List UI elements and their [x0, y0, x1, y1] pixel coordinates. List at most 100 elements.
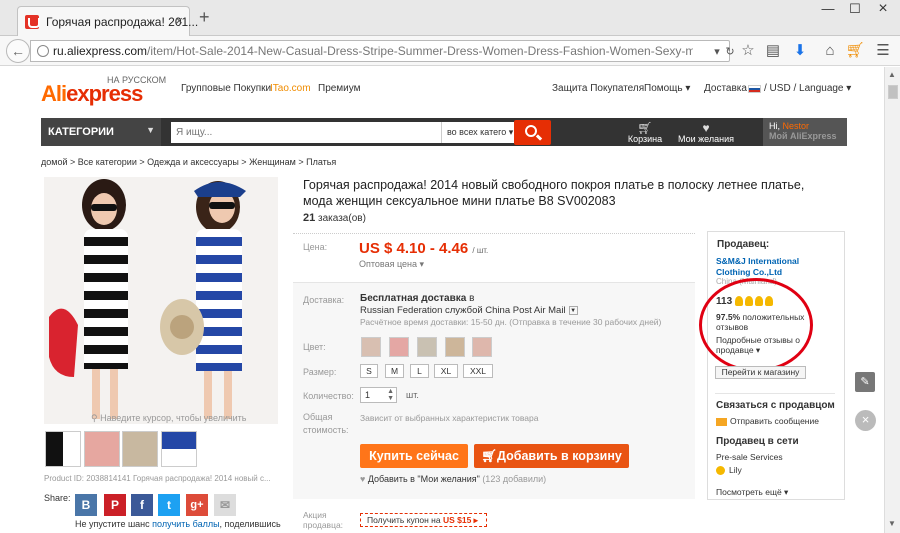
contact-seller-heading: Связаться с продавцом: [716, 400, 835, 411]
maximize-window-button[interactable]: ☐: [842, 0, 868, 20]
email-share-button[interactable]: ✉: [214, 494, 236, 516]
url-host: ru.aliexpress.com: [53, 44, 148, 58]
see-more-link[interactable]: Посмотреть ещё ▾: [716, 487, 788, 498]
divider: [715, 393, 835, 394]
edit-feedback-button[interactable]: ✎: [855, 372, 875, 392]
orders-count: 21 заказа(ов): [303, 212, 366, 224]
aliexpress-favicon-icon: [25, 15, 40, 29]
google-plus-share-button[interactable]: g+: [186, 494, 208, 516]
reload-icon[interactable]: ↻: [720, 42, 740, 62]
pencil-icon: ✎: [860, 376, 870, 388]
earn-points-link[interactable]: получить баллы: [152, 519, 219, 529]
scroll-up-icon[interactable]: ▲: [888, 70, 896, 79]
product-thumbnail[interactable]: [84, 431, 120, 467]
agent-lily-link[interactable]: Lily: [716, 465, 742, 476]
cart-addon-icon[interactable]: 🛒︎: [845, 41, 865, 61]
shipping-destination[interactable]: Russian Federation службой China Post Ai…: [360, 305, 578, 316]
twitter-share-button[interactable]: t: [158, 494, 180, 516]
search-button[interactable]: [514, 120, 551, 145]
categories-label: КАТЕГОРИИ: [48, 126, 114, 138]
color-swatch[interactable]: [472, 337, 492, 357]
buyer-protection-link[interactable]: Защита Покупателя: [552, 83, 644, 94]
size-option-s[interactable]: S: [360, 364, 378, 378]
wishlist-link[interactable]: ♥ Мои желания: [678, 122, 734, 144]
new-tab-button[interactable]: +: [199, 8, 210, 26]
delivery-estimate: Расчётное время доставки: 15-50 дн. (Отп…: [360, 317, 662, 327]
size-option-xxl[interactable]: XXL: [463, 364, 493, 378]
aliexpress-logo[interactable]: НА РУССКОМ Aliexpress: [41, 75, 166, 107]
facebook-share-button[interactable]: f: [131, 494, 153, 516]
size-option-l[interactable]: L: [410, 364, 429, 378]
quantity-stepper[interactable]: 1 ▲ ▼: [360, 387, 397, 403]
seller-promo-label-2: продавца:: [303, 520, 344, 530]
my-aliexpress-menu[interactable]: Hi, Nestor Мой AliExpress: [763, 118, 847, 146]
chat-status-icon: [716, 466, 725, 476]
close-window-button[interactable]: ×: [869, 0, 897, 20]
scrollbar-thumb[interactable]: [888, 85, 898, 99]
color-swatch[interactable]: [417, 337, 437, 357]
search-input[interactable]: [171, 122, 441, 143]
earn-points-text: Не упустите шанс получить баллы, поделив…: [75, 519, 281, 529]
free-shipping: Бесплатная доставка в: [360, 293, 474, 304]
bookmark-star-icon[interactable]: ☆: [738, 41, 758, 61]
quantity-value: 1: [365, 390, 371, 400]
pinterest-share-button[interactable]: P: [104, 494, 126, 516]
color-swatch[interactable]: [445, 337, 465, 357]
add-to-cart-button[interactable]: 🛒︎Добавить в корзину: [474, 444, 629, 468]
back-button[interactable]: ←: [6, 39, 30, 63]
total-cost-label-2: стоимость:: [303, 425, 349, 435]
main-product-image[interactable]: [44, 177, 278, 424]
close-floating-button[interactable]: ×: [855, 410, 876, 431]
home-icon[interactable]: ⌂: [820, 41, 840, 61]
search-category-value: во всех катего: [447, 127, 507, 137]
group-buy-link[interactable]: Групповые Покупки: [181, 83, 271, 94]
seller-name-link[interactable]: S&M&J International Clothing Co.,Ltd: [716, 256, 821, 278]
get-coupon-button[interactable]: Получить купон на US $15 ▸: [360, 513, 487, 527]
browser-tab[interactable]: Горячая распродажа! 201... ×: [17, 6, 198, 36]
heart-icon: ♥: [702, 121, 710, 135]
size-option-m[interactable]: M: [385, 364, 404, 378]
reading-list-icon[interactable]: ▤: [763, 41, 783, 61]
seller-promo-label-1: Акция: [303, 510, 327, 520]
orders-label: заказа(ов): [318, 213, 366, 224]
cart-link[interactable]: 🛒︎ Корзина: [627, 122, 663, 144]
chevron-down-icon: ▼: [568, 305, 578, 315]
color-swatch[interactable]: [389, 337, 409, 357]
add-to-wishlist-link[interactable]: ♥ Добавить в "Мои желания" (123 добавили…: [360, 474, 546, 484]
minimize-window-button[interactable]: —: [815, 0, 841, 20]
stepper-arrows-icon[interactable]: ▲ ▼: [387, 388, 394, 402]
itao-link[interactable]: ITao.com: [270, 83, 311, 94]
add-to-wishlist-label: Добавить в "Мои желания": [367, 474, 480, 484]
product-thumbnail[interactable]: [161, 431, 197, 467]
menu-icon[interactable]: ☰: [873, 41, 893, 61]
agent-name: Lily: [729, 465, 742, 475]
help-link[interactable]: Помощь ▾: [644, 83, 690, 94]
size-option-xl[interactable]: XL: [434, 364, 458, 378]
search-category-select[interactable]: во всех катего ▾: [441, 122, 514, 143]
presale-services-label: Pre-sale Services: [716, 452, 783, 462]
scroll-down-icon[interactable]: ▼: [888, 519, 896, 528]
back-arrow-icon: ←: [11, 43, 25, 59]
size-label: Размер:: [303, 367, 337, 377]
buy-now-button[interactable]: Купить сейчас: [360, 444, 468, 468]
share-label: Share:: [44, 493, 71, 503]
product-thumbnail[interactable]: [122, 431, 158, 467]
send-message-link[interactable]: Отправить сообщение: [716, 416, 819, 426]
go-to-store-button[interactable]: Перейти к магазину: [715, 366, 806, 379]
wishlist-label: Мои желания: [678, 134, 734, 144]
vk-share-button[interactable]: B: [75, 494, 97, 516]
product-thumbnail[interactable]: [45, 431, 81, 467]
wholesale-price-toggle[interactable]: Оптовая цена ▾: [359, 259, 424, 270]
address-bar[interactable]: ru.aliexpress.com/item/Hot-Sale-2014-New…: [30, 40, 735, 62]
tab-close-icon[interactable]: ×: [175, 13, 183, 28]
currency-language-link[interactable]: / USD / Language ▾: [764, 83, 851, 94]
premium-link[interactable]: Премиум: [318, 83, 361, 94]
color-swatch[interactable]: [361, 337, 381, 357]
breadcrumb[interactable]: домой > Все категории > Одежда и аксессу…: [41, 157, 336, 167]
vertical-scrollbar[interactable]: ▲ ▼: [884, 67, 900, 533]
download-icon[interactable]: ⬇: [790, 41, 810, 61]
orders-number: 21: [303, 212, 316, 224]
seller-promo-label: Акция продавца:: [303, 510, 343, 530]
categories-button[interactable]: КАТЕГОРИИ ▼: [41, 118, 161, 146]
price-unit: / шт.: [472, 246, 489, 255]
